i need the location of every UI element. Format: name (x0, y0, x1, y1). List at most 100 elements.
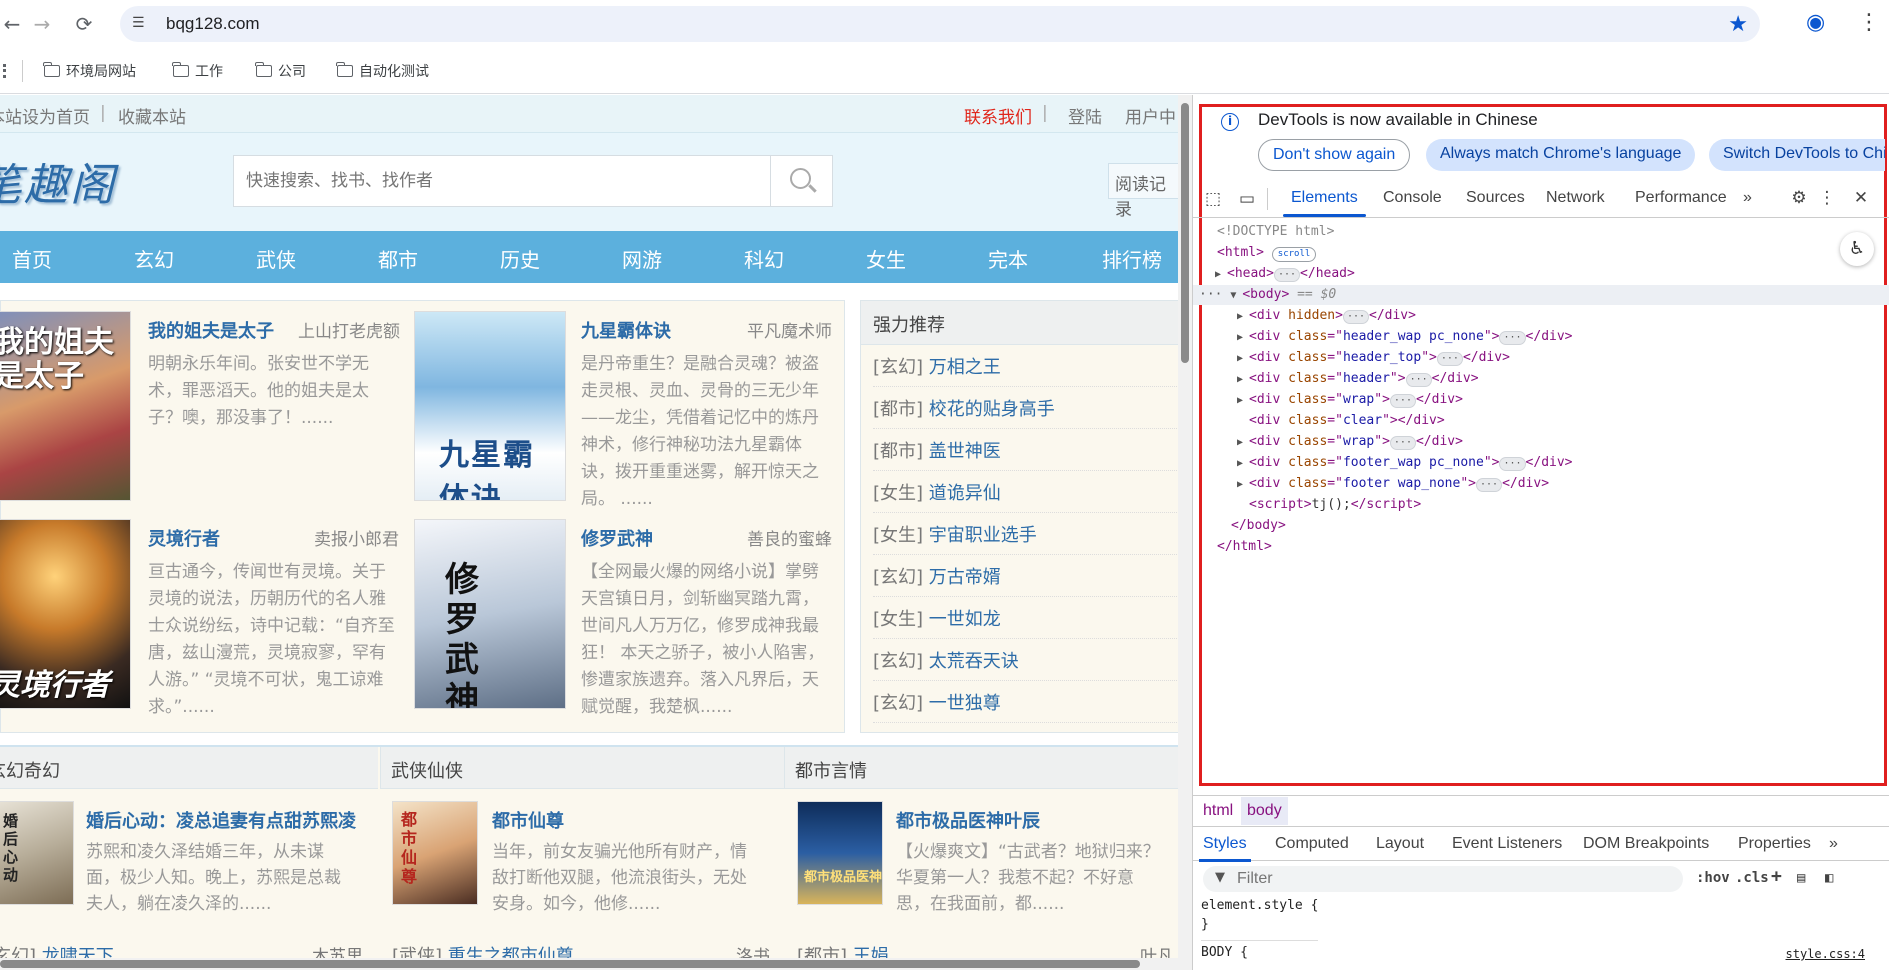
breadcrumb-html[interactable]: html (1197, 802, 1239, 820)
book-title-link[interactable]: 灵境行者 (148, 525, 220, 551)
page-horizontal-scrollbar[interactable] (0, 958, 1178, 970)
menu-item-kehuan[interactable]: 科幻 (744, 244, 784, 273)
expand-triangle-icon[interactable]: ▶ (1237, 370, 1249, 390)
recommend-title[interactable]: 宇宙职业选手 (929, 525, 1037, 546)
featured-book-title[interactable]: 都市极品医神叶辰 (896, 807, 1040, 833)
site-logo[interactable]: 笔趣阁 (0, 149, 116, 213)
set-home-link[interactable]: 本站设为首页 (0, 103, 90, 128)
bookmark-folder-autotest[interactable]: 自动化测试 (336, 60, 429, 82)
bookmark-star-icon[interactable]: ★ (1728, 12, 1748, 37)
tab-properties[interactable]: Properties (1738, 835, 1811, 853)
recommend-item[interactable]: [玄幻] 万相之王 (873, 345, 1178, 387)
tab-network[interactable]: Network (1546, 189, 1605, 207)
dom-doctype[interactable]: <!DOCTYPE html> (1217, 222, 1334, 242)
book-cover[interactable]: 九星霸体诀 (414, 311, 566, 501)
book-author[interactable]: 卖报小郎君 (314, 525, 399, 550)
dont-show-again-button[interactable]: Don't show again (1258, 139, 1411, 171)
style-rule-selector[interactable]: element.style { (1201, 898, 1318, 917)
dom-div-node[interactable]: ▶ <div class="wrap"> ··· </div> (1237, 390, 1463, 410)
recommend-item[interactable]: [女生] 道诡异仙 (873, 471, 1178, 513)
recommend-title[interactable]: 一世如龙 (929, 609, 1001, 630)
book-cover[interactable]: 婚后心动 (0, 801, 74, 905)
new-style-rule-button[interactable]: + (1771, 866, 1782, 887)
recommend-title[interactable]: 盖世神医 (929, 441, 1001, 462)
dom-html-node[interactable]: <html> scroll (1217, 243, 1317, 263)
accessibility-tree-icon[interactable]: ♿ (1840, 232, 1874, 266)
tab-computed[interactable]: Computed (1275, 835, 1349, 853)
recommend-item[interactable]: [玄幻] 一世独尊 (873, 681, 1178, 723)
tab-console[interactable]: Console (1383, 189, 1442, 207)
devtools-menu-icon[interactable]: ⋮ (1817, 188, 1837, 208)
tab-performance[interactable]: Performance (1635, 189, 1727, 207)
menu-item-dushi[interactable]: 都市 (378, 244, 418, 273)
css-source-link[interactable]: style.css:4 (1786, 947, 1865, 961)
tab-layout[interactable]: Layout (1376, 835, 1424, 853)
switch-language-button[interactable]: Switch DevTools to Chi (1709, 139, 1885, 171)
dom-script-node[interactable]: <script>tj();</script> (1249, 495, 1421, 515)
book-title-link[interactable]: 九星霸体诀 (581, 317, 671, 343)
login-link[interactable]: 登陆 (1068, 103, 1102, 128)
menu-item-wangyou[interactable]: 网游 (622, 244, 662, 273)
expand-triangle-icon[interactable]: ▶ (1215, 265, 1227, 285)
more-panes-icon[interactable]: » (1829, 835, 1838, 853)
tab-sources[interactable]: Sources (1466, 189, 1525, 207)
reload-icon[interactable]: ⟳ (72, 12, 96, 36)
scrollbar-thumb[interactable] (0, 960, 1140, 968)
filter-input[interactable] (1237, 869, 1657, 889)
expand-triangle-icon[interactable]: ▶ (1237, 433, 1249, 453)
dom-div-node[interactable]: ▶ <div class="header"> ··· </div> (1237, 369, 1479, 389)
more-tabs-icon[interactable]: » (1743, 189, 1752, 207)
page-vertical-scrollbar[interactable] (1178, 95, 1192, 970)
featured-book-title[interactable]: 都市仙尊 (492, 807, 564, 833)
ellipsis-badge[interactable]: ··· (1405, 373, 1432, 387)
bookmark-site-link[interactable]: 收藏本站 (118, 103, 186, 128)
book-author[interactable]: 平凡魔术师 (747, 317, 832, 342)
device-toolbar-icon[interactable]: ▭ (1237, 189, 1257, 209)
dom-html-close[interactable]: </html> (1217, 537, 1272, 557)
book-title-link[interactable]: 我的姐夫是太子 (148, 317, 274, 343)
scrollbar-thumb[interactable] (1181, 103, 1189, 363)
dom-div-node[interactable]: <div class="clear"></div> (1249, 411, 1445, 431)
expand-triangle-icon[interactable]: ▶ (1237, 391, 1249, 411)
contact-link[interactable]: 联系我们 (964, 103, 1032, 128)
ellipsis-badge[interactable]: ··· (1436, 352, 1463, 366)
address-bar[interactable]: ☰ bqg128.com ★ (120, 6, 1760, 42)
ellipsis-badge[interactable]: ··· (1389, 394, 1416, 408)
profile-icon[interactable]: ◉ (1806, 10, 1825, 35)
ellipsis-badge[interactable]: ··· (1273, 268, 1301, 282)
rendering-emulation-icon[interactable]: ▤ (1797, 870, 1805, 886)
ellipsis-badge[interactable]: ··· (1476, 478, 1503, 492)
match-language-button[interactable]: Always match Chrome's language (1426, 139, 1696, 171)
dom-head-node[interactable]: ▶ <head> ··· </head> (1215, 264, 1355, 284)
site-info-icon[interactable]: ☰ (132, 15, 150, 33)
dom-div-node[interactable]: ▶ <div hidden> ··· </div> (1237, 306, 1416, 326)
bookmark-folder-env[interactable]: 环境局网站 (43, 60, 136, 82)
ellipsis-badge[interactable]: ··· (1389, 436, 1416, 450)
row-menu-icon[interactable]: ··· (1199, 287, 1222, 302)
ellipsis-badge[interactable]: ··· (1499, 331, 1526, 345)
dom-div-node[interactable]: ▶ <div class="footer_wap pc_none"> ··· </di… (1237, 453, 1573, 473)
recommend-item[interactable]: [玄幻] 太荒吞天诀 (873, 639, 1178, 681)
collapse-triangle-icon[interactable]: ▼ (1230, 286, 1242, 306)
recommend-title[interactable]: 万相之王 (929, 357, 1001, 378)
bookmark-folder-company[interactable]: 公司 (255, 60, 306, 82)
dom-body-close[interactable]: </body> (1231, 516, 1286, 536)
search-input[interactable] (234, 156, 771, 206)
hover-state-toggle[interactable]: :hov (1696, 870, 1730, 886)
reading-history-button[interactable]: 阅读记录 (1108, 163, 1178, 220)
recommend-item[interactable]: [女生] 宇宙职业选手 (873, 513, 1178, 555)
user-center-link[interactable]: 用户中 (1125, 103, 1176, 128)
class-toggle[interactable]: .cls (1735, 870, 1769, 886)
expand-triangle-icon[interactable]: ▶ (1237, 475, 1249, 495)
book-cover[interactable]: 修罗武神 (414, 519, 566, 709)
recommend-item[interactable]: [玄幻] 万古帝婿 (873, 555, 1178, 597)
recommend-item[interactable]: [都市] 盖世神医 (873, 429, 1178, 471)
recommend-title[interactable]: 道诡异仙 (929, 483, 1001, 504)
recommend-title[interactable]: 万古帝婿 (929, 567, 1001, 588)
breadcrumb-body[interactable]: body (1241, 797, 1288, 825)
recommend-title[interactable]: 太荒吞天诀 (929, 651, 1019, 672)
menu-item-wuxia[interactable]: 武侠 (256, 244, 296, 273)
dom-div-node[interactable]: ▶ <div class="header_wap pc_none"> ··· </di… (1237, 327, 1573, 347)
book-title-link[interactable]: 修罗武神 (581, 525, 653, 551)
bookmark-folder-work[interactable]: 工作 (172, 60, 223, 82)
